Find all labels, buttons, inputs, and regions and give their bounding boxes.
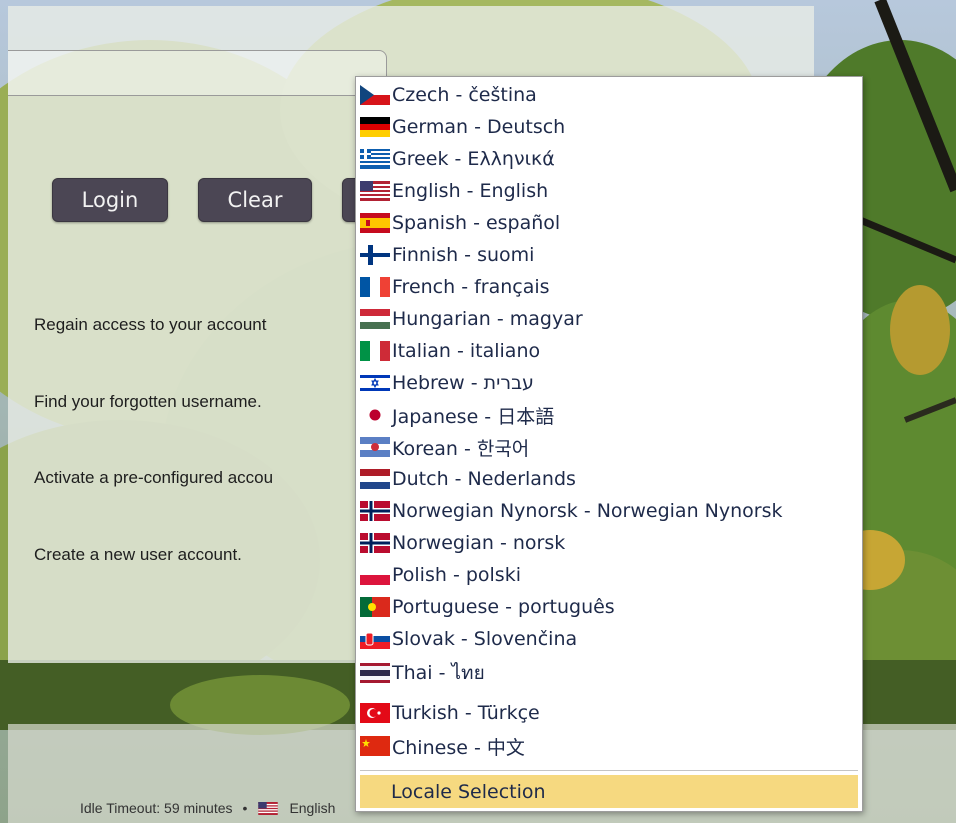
locale-item-thai[interactable]: Thai - ไทย [356, 657, 862, 689]
locale-item-label: Dutch - Nederlands [392, 468, 576, 490]
flag-th-icon [360, 663, 390, 683]
locale-item-label: Czech - čeština [392, 84, 537, 106]
locale-item-label: French - français [392, 276, 550, 298]
locale-item-norwegian-nynorsk[interactable]: Norwegian Nynorsk - Norwegian Nynorsk [356, 495, 862, 527]
locale-item-japanese[interactable]: Japanese - 日本語 [356, 399, 862, 431]
locale-item-korean[interactable]: Korean - 한국어 [356, 431, 862, 463]
flag-us-icon [258, 801, 279, 815]
login-button[interactable]: Login [52, 178, 168, 222]
status-bar: Idle Timeout: 59 minutes • English [80, 800, 335, 816]
flag-fr-icon [360, 277, 390, 297]
locale-item-dutch[interactable]: Dutch - Nederlands [356, 463, 862, 495]
idle-timeout-text: Idle Timeout: 59 minutes [80, 800, 233, 816]
locale-selection-item[interactable]: Locale Selection [360, 775, 858, 808]
locale-item-label: Spanish - español [392, 212, 561, 234]
flag-hu-icon [360, 309, 390, 329]
create-account-link[interactable]: Create a new user account. [34, 545, 242, 565]
locale-item-label: Polish - polski [392, 564, 521, 586]
locale-item-hebrew[interactable]: Hebrew - עברית [356, 367, 862, 399]
flag-nl-icon [360, 469, 390, 489]
locale-item-polish[interactable]: Polish - polski [356, 559, 862, 591]
locale-item-hungarian[interactable]: Hungarian - magyar [356, 303, 862, 335]
flag-jp-icon [360, 405, 390, 425]
menu-separator [360, 770, 858, 771]
flag-cn-icon [360, 736, 390, 756]
flag-kr-icon [360, 437, 390, 457]
flag-pt-icon [360, 597, 390, 617]
locale-item-portuguese[interactable]: Portuguese - português [356, 591, 862, 623]
locale-item-slovak[interactable]: Slovak - Slovenčina [356, 623, 862, 655]
flag-no-icon [360, 533, 390, 553]
locale-item-chinese[interactable]: Chinese - 中文 [356, 730, 862, 762]
username-field[interactable] [8, 50, 387, 96]
flag-cz-icon [360, 85, 390, 105]
flag-de-icon [360, 117, 390, 137]
locale-item-label: Slovak - Slovenčina [392, 628, 578, 650]
clear-button[interactable]: Clear [198, 178, 312, 222]
flag-it-icon [360, 341, 390, 361]
locale-item-label: Finnish - suomi [392, 244, 535, 266]
locale-item-greek[interactable]: Greek - Ελληνικά [356, 143, 862, 175]
forgot-username-link[interactable]: Find your forgotten username. [34, 392, 262, 412]
flag-sk-icon [360, 629, 390, 649]
locale-item-label: Hebrew - עברית [392, 372, 534, 394]
locale-item-label: Thai - ไทย [392, 662, 485, 684]
locale-item-label: Norwegian Nynorsk - Norwegian Nynorsk [392, 500, 783, 522]
locale-item-german[interactable]: German - Deutsch [356, 111, 862, 143]
flag-no-icon [360, 501, 390, 521]
flag-es-icon [360, 213, 390, 233]
flag-gr-icon [360, 149, 390, 169]
locale-menu: Czech - čeština German - Deutsch Greek -… [355, 76, 863, 812]
locale-item-italian[interactable]: Italian - italiano [356, 335, 862, 367]
locale-item-label: Chinese - 中文 [392, 736, 525, 759]
locale-item-label: Hungarian - magyar [392, 308, 583, 330]
locale-item-label: English - English [392, 180, 549, 202]
locale-item-czech[interactable]: Czech - čeština [356, 79, 862, 111]
locale-item-label: Korean - 한국어 [392, 437, 530, 460]
locale-item-english[interactable]: English - English [356, 175, 862, 207]
locale-item-label: Japanese - 日本語 [392, 405, 555, 428]
locale-item-french[interactable]: French - français [356, 271, 862, 303]
flag-us-icon [360, 181, 390, 201]
locale-item-label: Portuguese - português [392, 596, 615, 618]
locale-item-label: Turkish - Türkçe [392, 702, 540, 724]
locale-item-turkish[interactable]: Turkish - Türkçe [356, 697, 862, 729]
status-separator: • [242, 800, 248, 816]
locale-item-spanish[interactable]: Spanish - español [356, 207, 862, 239]
regain-access-link[interactable]: Regain access to your account [34, 315, 266, 335]
flag-il-icon [360, 373, 390, 393]
flag-fi-icon [360, 245, 390, 265]
locale-item-label: Italian - italiano [392, 340, 541, 362]
locale-item-label: Norwegian - norsk [392, 532, 566, 554]
locale-item-finnish[interactable]: Finnish - suomi [356, 239, 862, 271]
flag-tr-icon [360, 703, 390, 723]
flag-pl-icon [360, 565, 390, 585]
activate-account-link[interactable]: Activate a pre-configured accou [34, 468, 273, 488]
locale-item-label: German - Deutsch [392, 116, 566, 138]
locale-item-norwegian[interactable]: Norwegian - norsk [356, 527, 862, 559]
locale-item-label: Greek - Ελληνικά [392, 148, 555, 170]
current-locale-link[interactable]: English [289, 800, 335, 816]
